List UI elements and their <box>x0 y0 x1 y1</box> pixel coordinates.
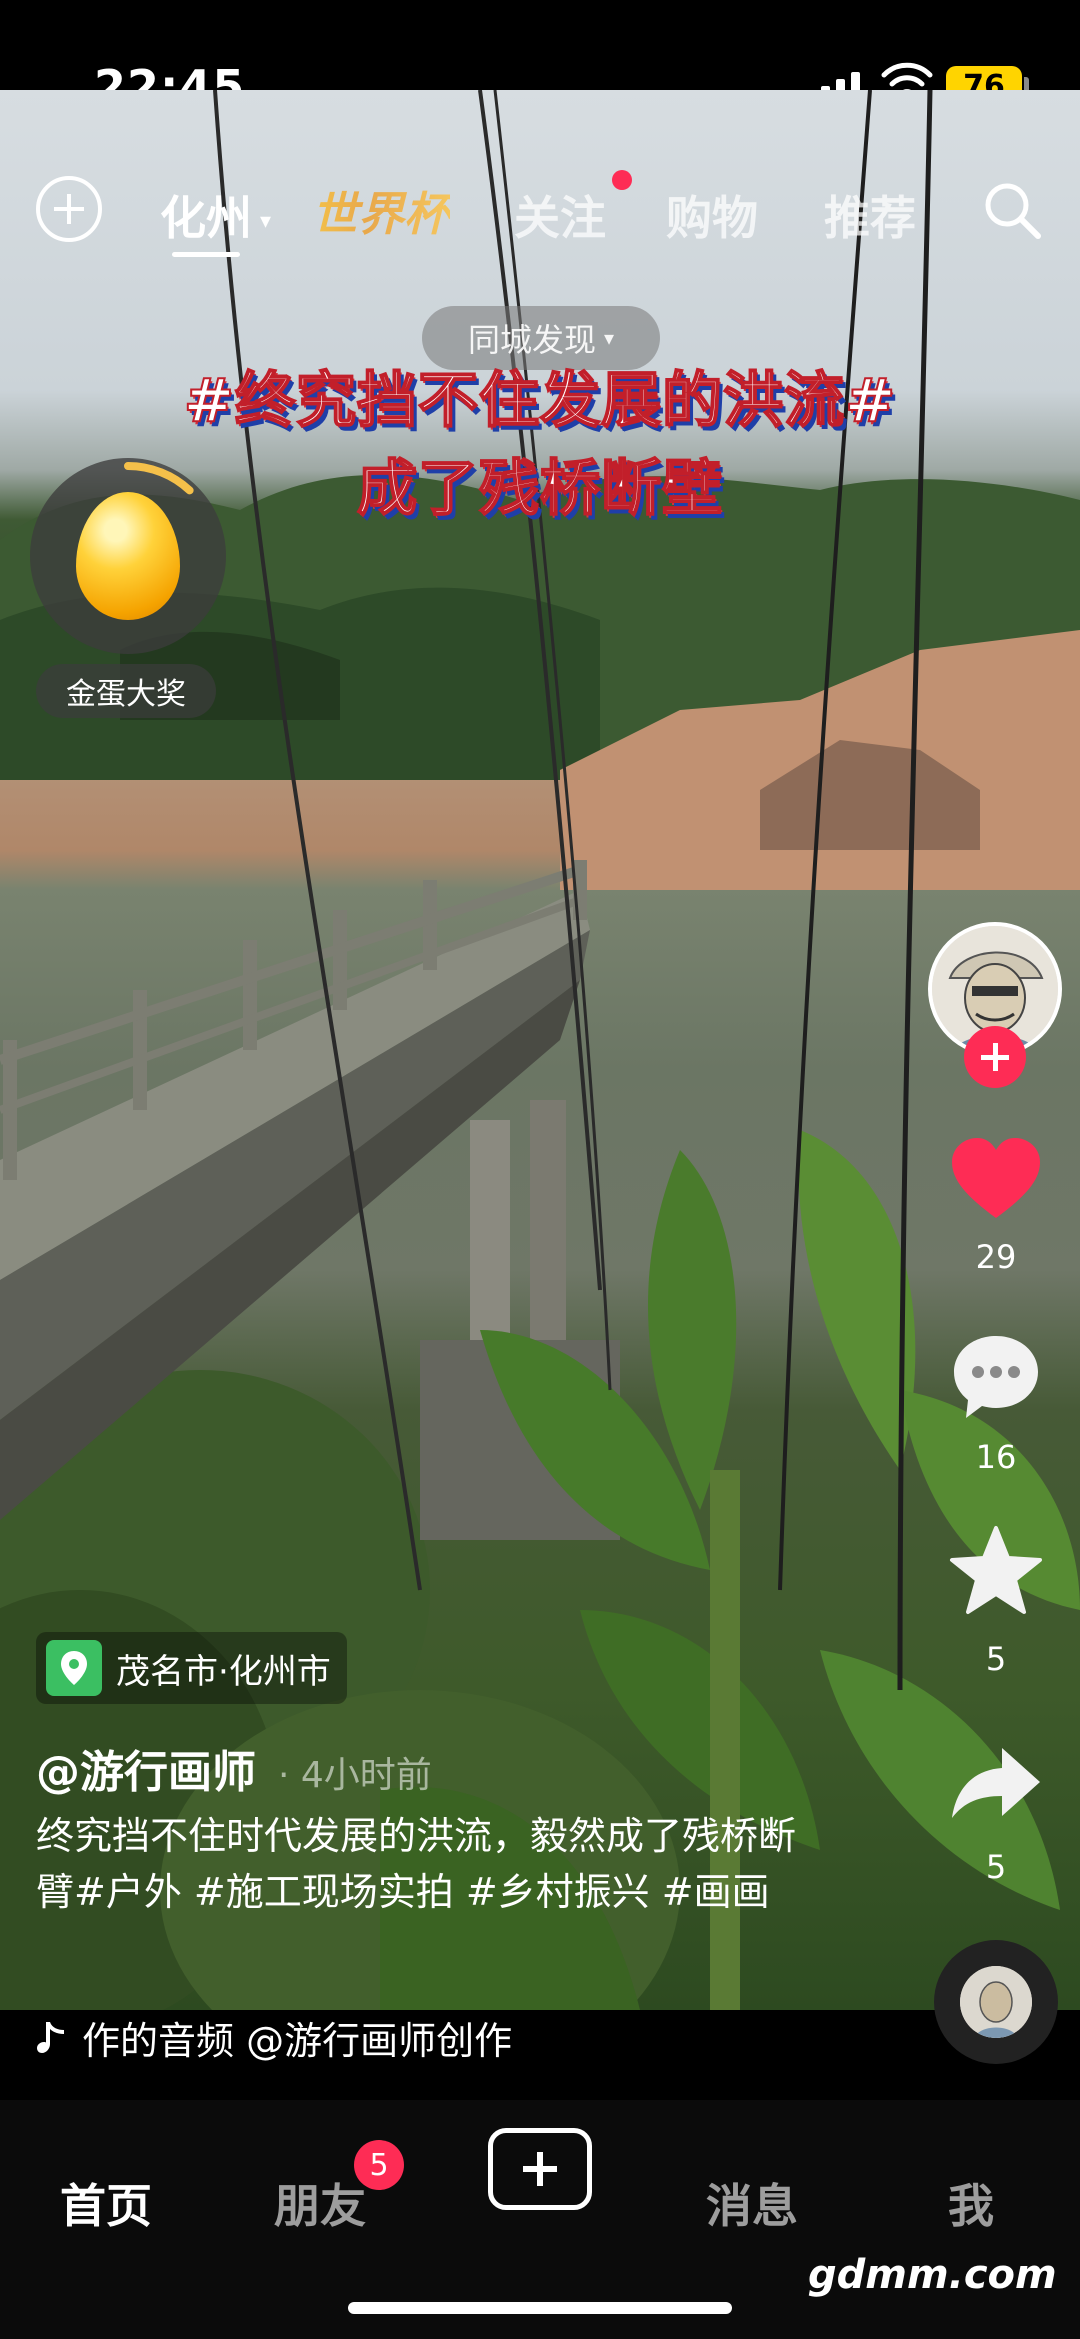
golden-egg-label[interactable]: 金蛋大奖 <box>36 664 216 718</box>
tab-home[interactable]: 首页 <box>60 2170 152 2236</box>
author-line: @游行画师 · 4小时前 <box>36 1736 432 1800</box>
search-icon[interactable] <box>980 178 1044 242</box>
pin-glyph <box>61 1651 87 1685</box>
share-arrow-icon[interactable] <box>946 1734 1046 1834</box>
favorite-star-icon[interactable] <box>946 1522 1046 1622</box>
location-pin-icon <box>46 1640 102 1696</box>
tab-messages[interactable]: 消息 <box>706 2170 798 2236</box>
favorite-count: 5 <box>985 1640 1007 1678</box>
tab-me[interactable]: 我 <box>948 2170 994 2236</box>
tab-recommended[interactable]: 推荐 <box>824 182 916 248</box>
location-text: 茂名市·化州市 <box>116 1651 331 1692</box>
video-headline-line1: #终究挡不住发展的洪流# <box>183 365 897 437</box>
friends-badge: 5 <box>354 2140 404 2190</box>
music-disc-cover <box>960 1966 1032 2038</box>
like-heart-icon[interactable] <box>946 1130 1046 1230</box>
like-count: 29 <box>975 1238 1017 1276</box>
add-circle-icon[interactable] <box>36 176 102 242</box>
notification-dot <box>612 170 632 190</box>
home-indicator[interactable] <box>348 2302 732 2314</box>
share-count: 5 <box>985 1848 1007 1886</box>
tab-local-city[interactable]: 化州 ▾ <box>160 182 271 248</box>
music-info[interactable]: 作的音频 @游行画师创作 <box>36 2010 512 2065</box>
tab-friends[interactable]: 朋友 <box>274 2170 366 2236</box>
location-tag[interactable]: 茂名市·化州市 <box>36 1632 347 1704</box>
caret-down-icon: ▾ <box>603 326 615 350</box>
author-name[interactable]: @游行画师 <box>36 1747 256 1798</box>
tab-local-city-label: 化州 <box>160 191 252 245</box>
watermark: gdmm.com <box>808 2252 1057 2298</box>
golden-egg-widget[interactable] <box>30 458 226 654</box>
caret-down-icon: ▾ <box>260 209 272 234</box>
tab-following[interactable]: 关注 <box>514 182 606 248</box>
music-disc[interactable] <box>934 1940 1058 2064</box>
top-nav: 化州 ▾ 世界杯 关注 购物 推荐 <box>0 160 1080 257</box>
create-post-button[interactable] <box>488 2128 592 2210</box>
follow-plus-button[interactable] <box>964 1026 1026 1088</box>
tab-world-cup[interactable]: 世界杯 <box>312 178 450 244</box>
active-tab-indicator <box>172 252 240 257</box>
comment-icon[interactable] <box>946 1326 1046 1426</box>
music-note-icon <box>37 2021 64 2053</box>
post-caption[interactable]: 终究挡不住时代发展的洪流，毅然成了残桥断臂#户外 #施工现场实拍 #乡村振兴 #… <box>36 1808 796 1920</box>
comment-count: 16 <box>975 1438 1017 1476</box>
tab-shopping[interactable]: 购物 <box>666 182 758 248</box>
post-time: · 4小时前 <box>278 1755 432 1796</box>
status-bar: 22:45 76 <box>0 0 1080 114</box>
disc-cover-sketch <box>960 1966 1032 2038</box>
music-title: 作的音频 @游行画师创作 <box>82 2019 513 2063</box>
